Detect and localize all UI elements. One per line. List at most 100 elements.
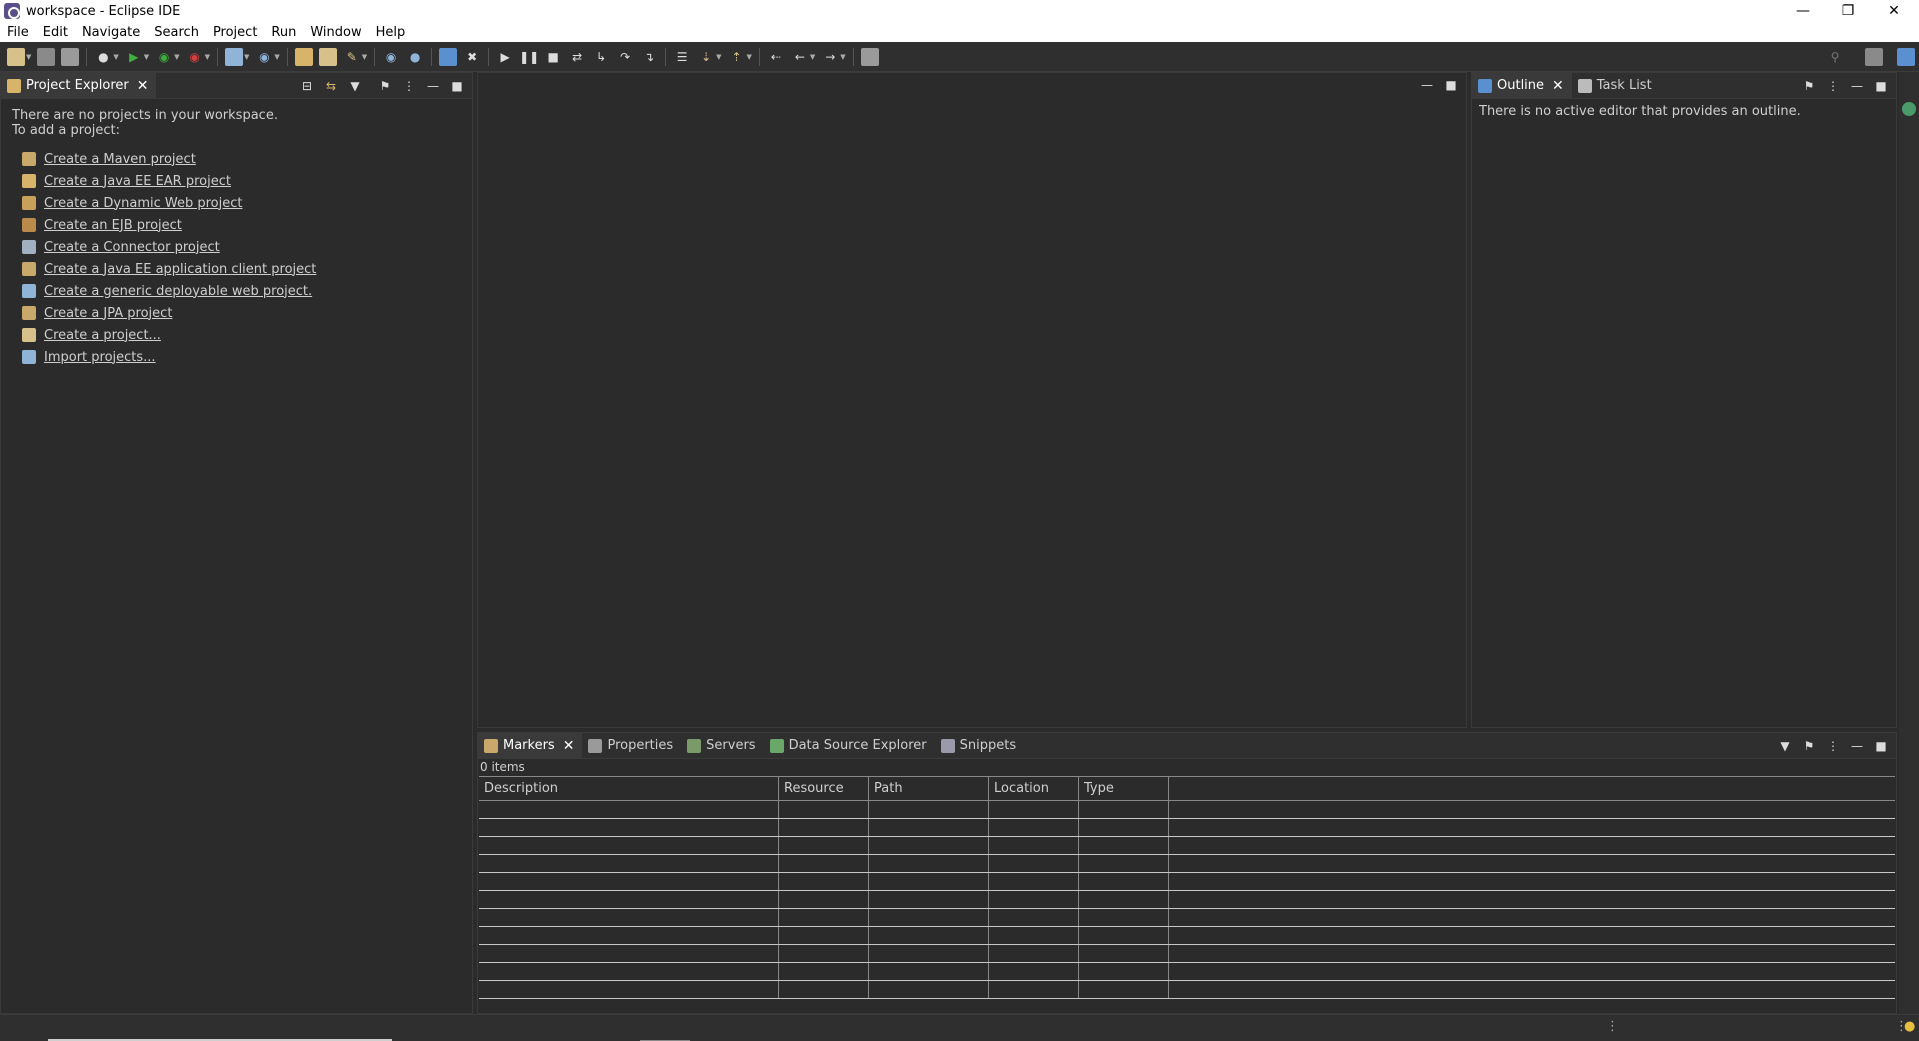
maximize-icon[interactable]: ■	[1872, 77, 1890, 95]
tab-task-list[interactable]: Task List	[1572, 73, 1660, 99]
close-icon[interactable]: ✕	[563, 738, 575, 754]
menu-project[interactable]: Project	[206, 25, 264, 40]
debug-icon[interactable]: ●	[94, 48, 112, 66]
tab-markers[interactable]: Markers ✕	[478, 732, 583, 759]
resume-icon[interactable]: ▶	[496, 48, 514, 66]
create-project-link[interactable]: Create a project...	[22, 324, 316, 346]
close-icon[interactable]: ✕	[1872, 0, 1916, 22]
new-dropdown-icon[interactable]: ▼	[26, 53, 31, 61]
tab-properties[interactable]: Properties	[582, 733, 681, 759]
minimize-icon[interactable]: —	[1848, 77, 1866, 95]
create-project-link[interactable]: Import projects...	[22, 346, 316, 368]
save-all-icon[interactable]	[61, 47, 80, 66]
open-perspective-icon[interactable]	[1865, 48, 1883, 66]
console-icon[interactable]	[439, 47, 458, 66]
tab-data-source-explorer[interactable]: Data Source Explorer	[764, 733, 935, 759]
maximize-icon[interactable]: ■	[448, 77, 466, 95]
create-project-link[interactable]: Create a Dynamic Web project	[22, 192, 316, 214]
link-with-editor-icon[interactable]: ⇆	[322, 77, 340, 95]
link-label[interactable]: Create a Java EE application client proj…	[44, 262, 316, 277]
open-type-icon[interactable]	[294, 47, 313, 66]
open-folder-icon[interactable]	[318, 47, 337, 66]
run-dropdown-icon[interactable]: ▼	[144, 53, 149, 61]
menu-edit[interactable]: Edit	[36, 25, 75, 40]
web-service-dropdown-icon[interactable]: ▼	[274, 53, 279, 61]
globe-icon[interactable]: ◉	[382, 48, 400, 66]
create-project-link[interactable]: Create a JPA project	[22, 302, 316, 324]
last-edit-location-icon[interactable]: ⇠	[767, 48, 785, 66]
create-project-link[interactable]: Create a generic deployable web project.	[22, 280, 316, 302]
minimize-icon[interactable]: —	[1418, 76, 1436, 94]
forward-dropdown-icon[interactable]: ▼	[840, 53, 845, 61]
disconnect-icon[interactable]: ⇄	[568, 48, 586, 66]
status-menu-icon[interactable]: ⋮	[1606, 1019, 1619, 1034]
forward-icon[interactable]: →	[821, 48, 839, 66]
create-project-link[interactable]: Create a Maven project	[22, 148, 316, 170]
view-menu-icon[interactable]: ⋮	[1824, 77, 1842, 95]
column-description[interactable]: ^ Description	[479, 777, 779, 800]
previous-annotation-dropdown-icon[interactable]: ▼	[747, 53, 752, 61]
close-icon[interactable]: ✕	[137, 78, 149, 94]
skip-breakpoints-icon[interactable]: ●	[406, 48, 424, 66]
filter-icon[interactable]: ▼	[1776, 737, 1794, 755]
step-into-icon[interactable]: ↳	[592, 48, 610, 66]
next-annotation-dropdown-icon[interactable]: ▼	[716, 53, 721, 61]
link-label[interactable]: Create a JPA project	[44, 306, 172, 321]
suspend-icon[interactable]: ❚❚	[519, 48, 539, 66]
menu-navigate[interactable]: Navigate	[75, 25, 147, 40]
column-type[interactable]: Type	[1079, 777, 1169, 800]
link-label[interactable]: Create a Dynamic Web project	[44, 196, 243, 211]
coverage-icon[interactable]: ◉	[155, 48, 173, 66]
close-icon[interactable]: ✕	[1552, 78, 1564, 94]
web-service-icon[interactable]: ◉	[255, 48, 273, 66]
link-label[interactable]: Import projects...	[44, 350, 156, 365]
link-label[interactable]: Create a Java EE EAR project	[44, 174, 231, 189]
external-tools-dropdown-icon[interactable]: ▼	[205, 53, 210, 61]
toggle-mark-icon[interactable]: ☰	[673, 48, 691, 66]
restore-icon[interactable]: ❐	[1826, 0, 1870, 22]
terminate-icon[interactable]: ■	[544, 48, 562, 66]
focus-icon[interactable]: ⚑	[1800, 77, 1818, 95]
minimize-icon[interactable]: —	[1848, 737, 1866, 755]
coverage-dropdown-icon[interactable]: ▼	[174, 53, 179, 61]
new-server-dropdown-icon[interactable]: ▼	[244, 53, 249, 61]
column-path[interactable]: Path	[869, 777, 989, 800]
debug-dropdown-icon[interactable]: ▼	[113, 53, 118, 61]
menu-file[interactable]: File	[0, 25, 36, 40]
view-menu-icon[interactable]: ⋮	[1824, 737, 1842, 755]
column-location[interactable]: Location	[989, 777, 1079, 800]
create-project-link[interactable]: Create a Connector project	[22, 236, 316, 258]
run-icon[interactable]: ▶	[125, 48, 143, 66]
link-label[interactable]: Create a Maven project	[44, 152, 196, 167]
column-resource[interactable]: Resource	[779, 777, 869, 800]
menu-run[interactable]: Run	[264, 25, 303, 40]
link-label[interactable]: Create a Connector project	[44, 240, 220, 255]
tab-snippets[interactable]: Snippets	[935, 733, 1024, 759]
pen-icon[interactable]: ✎	[343, 48, 361, 66]
step-over-icon[interactable]: ↷	[616, 48, 634, 66]
link-label[interactable]: Create a project...	[44, 328, 161, 343]
tab-outline[interactable]: Outline ✕	[1472, 72, 1572, 99]
restore-view-icon[interactable]	[1902, 102, 1916, 116]
filter-icon[interactable]: ▼	[346, 77, 364, 95]
save-icon[interactable]	[37, 47, 56, 66]
menu-search[interactable]: Search	[147, 25, 206, 40]
create-project-link[interactable]: Create a Java EE application client proj…	[22, 258, 316, 280]
focus-icon[interactable]: ⚑	[1800, 737, 1818, 755]
maximize-icon[interactable]: ■	[1442, 76, 1460, 94]
back-icon[interactable]: ←	[791, 48, 809, 66]
menu-help[interactable]: Help	[369, 25, 413, 40]
new-server-icon[interactable]	[224, 47, 243, 66]
back-dropdown-icon[interactable]: ▼	[810, 53, 815, 61]
new-icon[interactable]	[7, 47, 25, 66]
view-menu-icon[interactable]: ⋮	[400, 77, 418, 95]
pin-editor-icon[interactable]	[860, 47, 879, 66]
pen-dropdown-icon[interactable]: ▼	[362, 53, 367, 61]
search-icon[interactable]: ⚲	[1826, 48, 1844, 66]
tab-project-explorer[interactable]: Project Explorer ✕	[1, 72, 157, 99]
previous-annotation-icon[interactable]: ⇡	[728, 48, 746, 66]
next-annotation-icon[interactable]: ⇣	[697, 48, 715, 66]
menu-window[interactable]: Window	[303, 25, 368, 40]
step-return-icon[interactable]: ↴	[640, 48, 658, 66]
minimize-icon[interactable]: —	[424, 77, 442, 95]
